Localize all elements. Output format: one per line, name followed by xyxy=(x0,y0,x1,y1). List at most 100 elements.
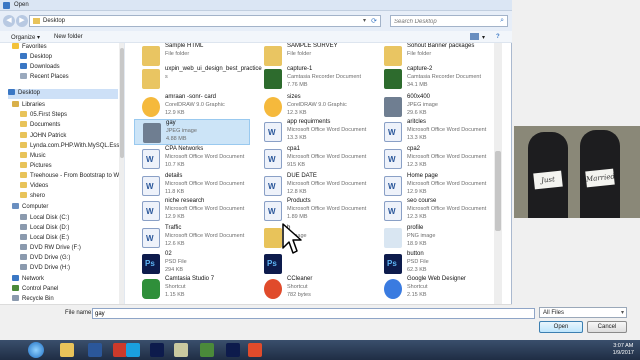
address-bar[interactable]: Desktop ▾ ⟳ xyxy=(29,15,381,27)
sidebar-item[interactable]: Favorites xyxy=(12,43,118,53)
navigation-pane: Favorites Desktop Downloads Recent Places De… xyxy=(0,43,125,304)
sidebar-item[interactable]: JOHN Patrick xyxy=(20,132,118,142)
sidebar-item[interactable]: Recent Places xyxy=(20,73,118,83)
sidebar-item[interactable]: Local Disk (D:) xyxy=(20,224,118,234)
file-item[interactable]: cpa2 Microsoft Office Word Document 12.3 K… xyxy=(376,146,492,172)
file-item[interactable]: b...image xyxy=(256,225,372,251)
sidebar-item[interactable]: Desktop xyxy=(20,53,118,63)
search-box[interactable]: ⌕ xyxy=(390,15,508,27)
start-button[interactable] xyxy=(28,342,44,358)
file-list-scroll-thumb[interactable] xyxy=(495,151,501,231)
doc-file-icon xyxy=(264,176,282,196)
sidebar-scroll-thumb[interactable] xyxy=(120,48,124,158)
file-item[interactable]: niche research Microsoft Office Word Docu… xyxy=(134,198,250,224)
forward-arrow-icon[interactable]: ▶ xyxy=(16,15,28,27)
file-item[interactable]: details Microsoft Office Word Document 11.… xyxy=(134,173,250,199)
file-name: DUE DATE xyxy=(287,173,317,179)
sidebar-item[interactable]: Music xyxy=(20,152,118,162)
media-player-icon[interactable] xyxy=(113,343,127,357)
organize-button[interactable]: Organize ▾ xyxy=(11,34,40,41)
sidebar-item[interactable]: Videos xyxy=(20,182,118,192)
new-folder-button[interactable]: New folder xyxy=(54,34,83,40)
file-item[interactable]: amraan -sonr- card CorelDRAW 9.0 Graphic 1… xyxy=(134,94,250,120)
sidebar-item[interactable]: Network xyxy=(12,275,118,285)
notes-icon[interactable] xyxy=(174,343,188,357)
file-item[interactable]: aritcles Microsoft Office Word Document 13… xyxy=(376,119,492,145)
file-name-input[interactable] xyxy=(92,308,535,319)
file-item[interactable]: DUE DATE Microsoft Office Word Document 12… xyxy=(256,173,372,199)
sidebar-scrollbar[interactable] xyxy=(119,43,124,304)
sidebar-item[interactable]: DVD Drive (H:) xyxy=(20,264,118,274)
back-arrow-icon[interactable]: ◀ xyxy=(3,15,15,27)
file-name: button xyxy=(407,251,424,257)
camtasia-icon[interactable] xyxy=(200,343,214,357)
sidebar-item[interactable]: Pictures xyxy=(20,162,118,172)
file-explorer-icon[interactable] xyxy=(60,343,74,357)
file-item[interactable]: uxpin_web_ui_design_best_practice s xyxy=(134,66,262,92)
sidebar-item[interactable]: Lynda.com.PHP.With.MySQL.Essent xyxy=(20,142,124,152)
file-item[interactable]: profile PNG image 18.9 KB xyxy=(376,225,492,251)
file-item[interactable]: capture-1 Camtasia Recorder Document 7.76 … xyxy=(256,66,372,92)
cancel-button[interactable]: Cancel xyxy=(587,321,627,333)
file-item[interactable]: Home page Microsoft Office Word Document 1… xyxy=(376,173,492,199)
sidebar-item[interactable]: Computer xyxy=(12,203,118,213)
file-item[interactable] xyxy=(256,251,372,277)
file-item[interactable]: 02 PSD File 294 KB xyxy=(134,251,250,277)
sidebar-item[interactable]: 05.First Steps xyxy=(20,111,118,121)
sidebar-item[interactable]: Local Disk (C:) xyxy=(20,214,118,224)
open-button[interactable]: Open xyxy=(539,321,583,333)
file-item[interactable]: CPA Networks Microsoft Office Word Docume… xyxy=(134,146,250,172)
file-item[interactable]: gay JPEG image 4.88 MB xyxy=(134,119,250,145)
clock[interactable]: 3:07 AM 1/9/2017 xyxy=(613,343,634,357)
sidebar-item[interactable]: DVD Drive (G:) xyxy=(20,254,118,264)
file-type: Camtasia Recorder Document xyxy=(407,74,481,80)
view-dropdown-icon[interactable]: ▾ xyxy=(482,34,485,41)
refresh-icon[interactable]: ⟳ xyxy=(371,17,377,25)
file-name: Google Web Designer xyxy=(407,276,466,282)
view-options-icon[interactable] xyxy=(470,33,479,40)
file-type-filter[interactable]: All Files ▾ xyxy=(539,307,627,318)
firefox-icon[interactable] xyxy=(248,343,262,357)
file-item[interactable]: sizes CorelDRAW 9.0 Graphic 12.3 KB xyxy=(256,94,372,120)
file-item[interactable]: seo course Microsoft Office Word Document… xyxy=(376,198,492,224)
sidebar-item[interactable]: Recycle Bin xyxy=(12,295,118,304)
photoshop-icon[interactable] xyxy=(150,343,164,357)
search-icon[interactable]: ⌕ xyxy=(500,17,504,25)
sidebar-item[interactable]: Libraries xyxy=(12,101,118,111)
help-icon[interactable]: ? xyxy=(496,34,500,40)
file-item[interactable]: 600x400 JPEG image 29.6 KB xyxy=(376,94,492,120)
sidebar-item-label: DVD Drive (G:) xyxy=(30,255,71,261)
file-item[interactable]: Products Microsoft Office Word Document 1.… xyxy=(256,198,372,224)
sidebar-item[interactable]: Documents xyxy=(20,121,118,131)
doc-file-icon xyxy=(142,228,160,248)
file-type-filter-value: All Files xyxy=(543,310,565,316)
file-item[interactable]: app requirments Microsoft Office Word Doc… xyxy=(256,119,372,145)
pictures-icon xyxy=(20,162,27,168)
word-icon[interactable] xyxy=(88,343,102,357)
file-item[interactable]: cpa1 Microsoft Office Word Document 915 KB xyxy=(256,146,372,172)
file-size: 11.8 KB xyxy=(165,189,185,195)
chevron-down-icon[interactable]: ▾ xyxy=(363,17,366,24)
file-item[interactable]: button PSD File 62.3 KB xyxy=(376,251,492,277)
shortcut-file-icon xyxy=(142,279,160,299)
sidebar-item[interactable]: shero xyxy=(20,192,118,202)
sidebar-item[interactable]: Local Disk (E:) xyxy=(20,234,118,244)
sidebar-item[interactable]: Control Panel xyxy=(12,285,118,295)
file-item[interactable]: Google Web Designer Shortcut 2.15 KB xyxy=(376,276,492,302)
folder-file-icon xyxy=(142,69,160,89)
sidebar-item[interactable]: DVD RW Drive (F:) xyxy=(20,244,118,254)
file-item[interactable]: Traffic Microsoft Office Word Document 12.… xyxy=(134,225,250,251)
sidebar-item[interactable]: Desktop xyxy=(8,89,118,99)
breadcrumb[interactable]: Desktop xyxy=(43,18,65,24)
skype-icon[interactable] xyxy=(126,343,140,357)
sidebar-item[interactable]: Downloads xyxy=(20,63,118,73)
photoshop-icon-2[interactable] xyxy=(226,343,240,357)
file-item[interactable]: CCleaner Shortcut 782 bytes xyxy=(256,276,372,302)
search-input[interactable] xyxy=(394,17,494,26)
sidebar-item[interactable]: Treehouse - From Bootstrap to Word xyxy=(20,172,124,182)
file-item[interactable]: Camtasia Studio 7 Shortcut 1.15 KB xyxy=(134,276,250,302)
file-size: 4.88 MB xyxy=(166,136,187,142)
file-list-scrollbar[interactable] xyxy=(494,43,502,304)
file-item[interactable]: capture-2 Camtasia Recorder Document 34.1 … xyxy=(376,66,492,92)
chevron-down-icon[interactable]: ▾ xyxy=(621,309,624,316)
